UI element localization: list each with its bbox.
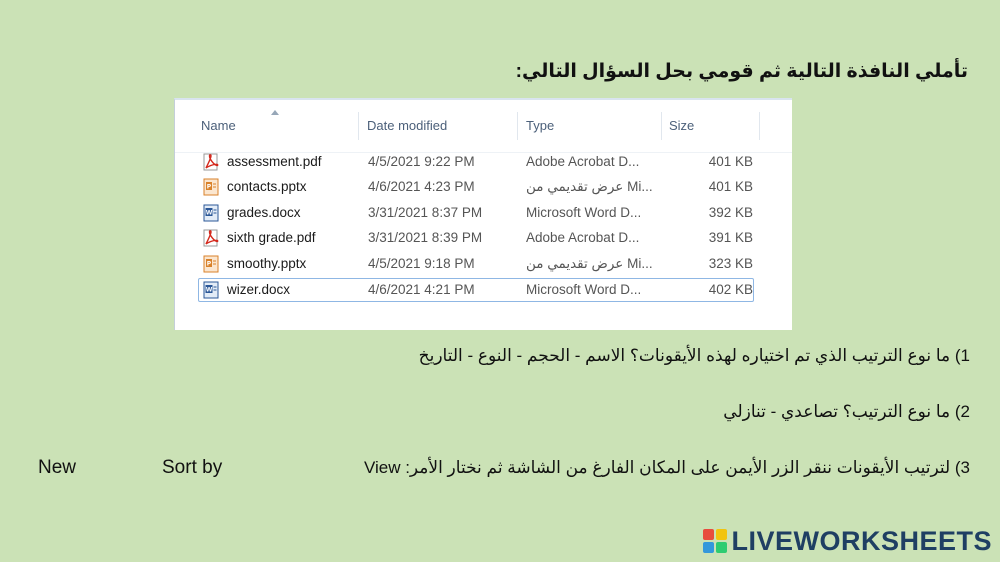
sort-ascending-icon: [271, 110, 279, 115]
file-row[interactable]: sixth grade.pdf 3/31/2021 8:39 PM Adobe Ac…: [199, 227, 753, 249]
instruction-heading: تأملي النافذة التالية ثم قومي بحل السؤال…: [515, 61, 968, 82]
file-date-modified: 4/5/2021 9:22 PM: [368, 154, 475, 169]
file-size: 401 KB: [708, 179, 753, 195]
svg-text:P: P: [207, 260, 212, 267]
pptx-icon: P: [203, 255, 219, 273]
liveworksheets-logo: LIVEWORKSHEETS: [703, 526, 992, 556]
column-header-date[interactable]: Date modified: [367, 118, 447, 133]
file-type: Microsoft Word D...: [526, 204, 642, 220]
file-row[interactable]: Wgrades.docx 3/31/2021 8:37 PM Microsoft W…: [199, 202, 753, 224]
column-header-name[interactable]: Name: [201, 118, 236, 133]
file-name: grades.docx: [227, 204, 301, 220]
file-date-modified: 3/31/2021 8:37 PM: [368, 204, 483, 220]
column-header-type[interactable]: Type: [526, 118, 554, 133]
file-row[interactable]: Psmoothy.pptx 4/5/2021 9:18 PM عرض تقديمي …: [199, 253, 753, 275]
file-type: عرض تقديمي من Mi...: [526, 255, 653, 271]
file-type: Adobe Acrobat D...: [526, 230, 640, 246]
svg-text:W: W: [206, 209, 213, 216]
file-date-modified: 4/6/2021 4:21 PM: [368, 282, 475, 297]
pdf-icon: [203, 229, 219, 247]
file-date-modified: 4/5/2021 9:18 PM: [368, 255, 475, 271]
file-name: smoothy.pptx: [227, 255, 307, 271]
logo-text: LIVEWORKSHEETS: [731, 525, 992, 556]
docx-icon: W: [203, 281, 219, 299]
file-row[interactable]: Wwizer.docx 4/6/2021 4:21 PM Microsoft Wor…: [198, 278, 754, 302]
logo-blocks-icon: [703, 529, 728, 553]
column-divider[interactable]: [759, 112, 760, 140]
file-row[interactable]: Pcontacts.pptx 4/6/2021 4:23 PM عرض تقديمي…: [199, 176, 753, 198]
pdf-icon: [203, 153, 219, 171]
pptx-icon: P: [203, 178, 219, 196]
column-divider[interactable]: [517, 112, 518, 140]
file-size: 323 KB: [708, 255, 753, 271]
file-name: sixth grade.pdf: [227, 230, 316, 246]
file-name: assessment.pdf: [227, 154, 322, 169]
column-header-row: Name Date modified Type Size: [175, 100, 792, 153]
svg-text:W: W: [206, 287, 213, 294]
file-name: wizer.docx: [227, 282, 291, 297]
file-size: 402 KB: [708, 282, 753, 297]
question-1: 1) ما نوع الترتيب الذي تم اختياره لهذه ا…: [418, 346, 970, 365]
file-type: عرض تقديمي من Mi...: [526, 179, 653, 195]
option-new[interactable]: New: [38, 457, 76, 479]
file-name: contacts.pptx: [227, 179, 307, 195]
file-explorer-window: Name Date modified Type Size assessment.…: [174, 98, 792, 330]
file-row[interactable]: assessment.pdf 4/5/2021 9:22 PM Adobe Acro…: [199, 151, 753, 173]
file-type: Adobe Acrobat D...: [526, 154, 640, 169]
docx-icon: W: [203, 204, 219, 222]
file-type: Microsoft Word D...: [526, 282, 642, 297]
svg-text:P: P: [207, 184, 212, 191]
file-size: 392 KB: [708, 204, 753, 220]
file-date-modified: 4/6/2021 4:23 PM: [368, 179, 475, 195]
column-divider[interactable]: [661, 112, 662, 140]
file-size: 401 KB: [708, 154, 753, 169]
question-2: 2) ما نوع الترتيب؟ تصاعدي - تنازلي: [723, 402, 970, 421]
column-divider[interactable]: [358, 112, 359, 140]
option-sort-by[interactable]: Sort by: [162, 457, 222, 479]
file-size: 391 KB: [708, 230, 753, 246]
question-3: 3) لترتيب الأيقونات ننقر الزر الأيمن على…: [363, 458, 970, 477]
column-header-size[interactable]: Size: [669, 118, 694, 133]
file-date-modified: 3/31/2021 8:39 PM: [368, 230, 483, 246]
